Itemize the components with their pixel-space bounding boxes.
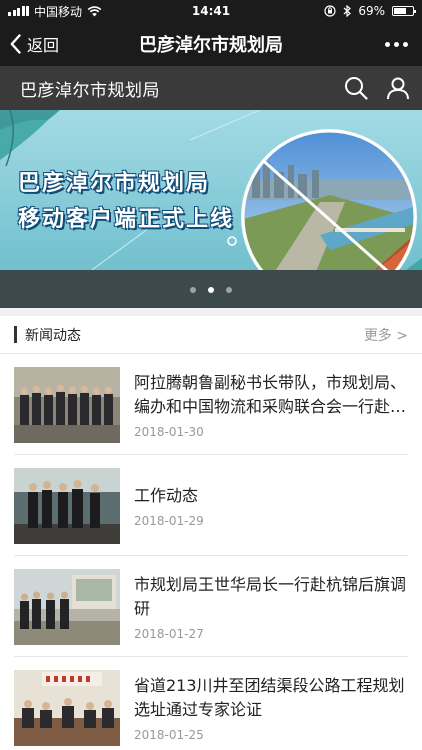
site-title: 巴彦淖尔市规划局 bbox=[20, 80, 160, 101]
status-bar: 中国移动 14:41 69% bbox=[0, 0, 422, 22]
banner-headline: 巴彦淖尔市规划局 移动客户端正式上线 bbox=[18, 166, 234, 238]
news-thumbnail bbox=[14, 366, 120, 443]
back-label: 返回 bbox=[27, 36, 60, 55]
more-dot bbox=[403, 41, 408, 47]
bluetooth-icon bbox=[343, 5, 352, 17]
wifi-icon bbox=[87, 5, 102, 16]
page-title: 巴彦淖尔市规划局 bbox=[139, 35, 283, 56]
news-item[interactable]: 市规划局王世华局长一行赴杭锦后旗调研 2018-01-27 bbox=[0, 556, 422, 657]
news-thumbnail bbox=[14, 669, 120, 746]
carrier-label: 中国移动 bbox=[34, 4, 83, 19]
banner-line-2: 移动客户端正式上线 bbox=[18, 207, 235, 232]
more-menu-button[interactable] bbox=[385, 41, 422, 47]
rotation-lock-icon bbox=[324, 5, 336, 17]
carousel-dot[interactable] bbox=[208, 287, 214, 293]
carousel-indicators bbox=[0, 287, 422, 293]
banner-line-1: 巴彦淖尔市规划局 bbox=[18, 171, 211, 196]
more-link[interactable]: 更多 > bbox=[364, 325, 408, 345]
news-item[interactable]: 工作动态 2018-01-29 bbox=[0, 455, 422, 556]
news-title: 市规划局王世华局长一行赴杭锦后旗调研 bbox=[134, 574, 407, 618]
news-title: 阿拉腾朝鲁副秘书长带队，市规划局、编办和中国物流和采购联合会一行赴辽宁考察 bbox=[134, 372, 407, 416]
signal-icon bbox=[8, 6, 29, 16]
carousel-dot[interactable] bbox=[190, 287, 196, 293]
news-item[interactable]: 阿拉腾朝鲁副秘书长带队，市规划局、编办和中国物流和采购联合会一行赴辽宁考察 20… bbox=[0, 354, 422, 455]
battery-icon bbox=[392, 6, 416, 16]
battery-percent: 69% bbox=[358, 4, 385, 18]
nav-bar: 返回 巴彦淖尔市规划局 bbox=[0, 22, 422, 66]
news-section-header: 新闻动态 更多 > bbox=[0, 316, 422, 354]
carousel-dot[interactable] bbox=[226, 287, 232, 293]
user-icon[interactable] bbox=[386, 76, 410, 100]
chevron-left-icon bbox=[10, 34, 21, 54]
news-title: 工作动态 bbox=[134, 485, 199, 505]
news-date: 2018-01-27 bbox=[134, 626, 204, 641]
news-date: 2018-01-25 bbox=[134, 727, 204, 742]
more-dot bbox=[385, 41, 390, 47]
news-thumbnail bbox=[14, 568, 120, 645]
news-title: 省道213川井至团结渠段公路工程规划选址通过专家论证 bbox=[134, 675, 405, 719]
news-date: 2018-01-29 bbox=[134, 513, 204, 528]
site-header: 巴彦淖尔市规划局 bbox=[0, 66, 422, 110]
back-button[interactable]: 返回 bbox=[0, 32, 59, 56]
section-divider bbox=[0, 308, 422, 316]
banner-carousel[interactable]: 巴彦淖尔市规划局 移动客户端正式上线 bbox=[0, 110, 422, 308]
news-item[interactable]: 省道213川井至团结渠段公路工程规划选址通过专家论证 2018-01-25 bbox=[0, 657, 422, 750]
section-accent-bar bbox=[14, 326, 17, 343]
more-dot bbox=[394, 41, 399, 47]
news-date: 2018-01-30 bbox=[134, 424, 204, 439]
search-icon[interactable] bbox=[344, 76, 368, 100]
news-thumbnail bbox=[14, 467, 120, 544]
section-title: 新闻动态 bbox=[25, 327, 81, 344]
